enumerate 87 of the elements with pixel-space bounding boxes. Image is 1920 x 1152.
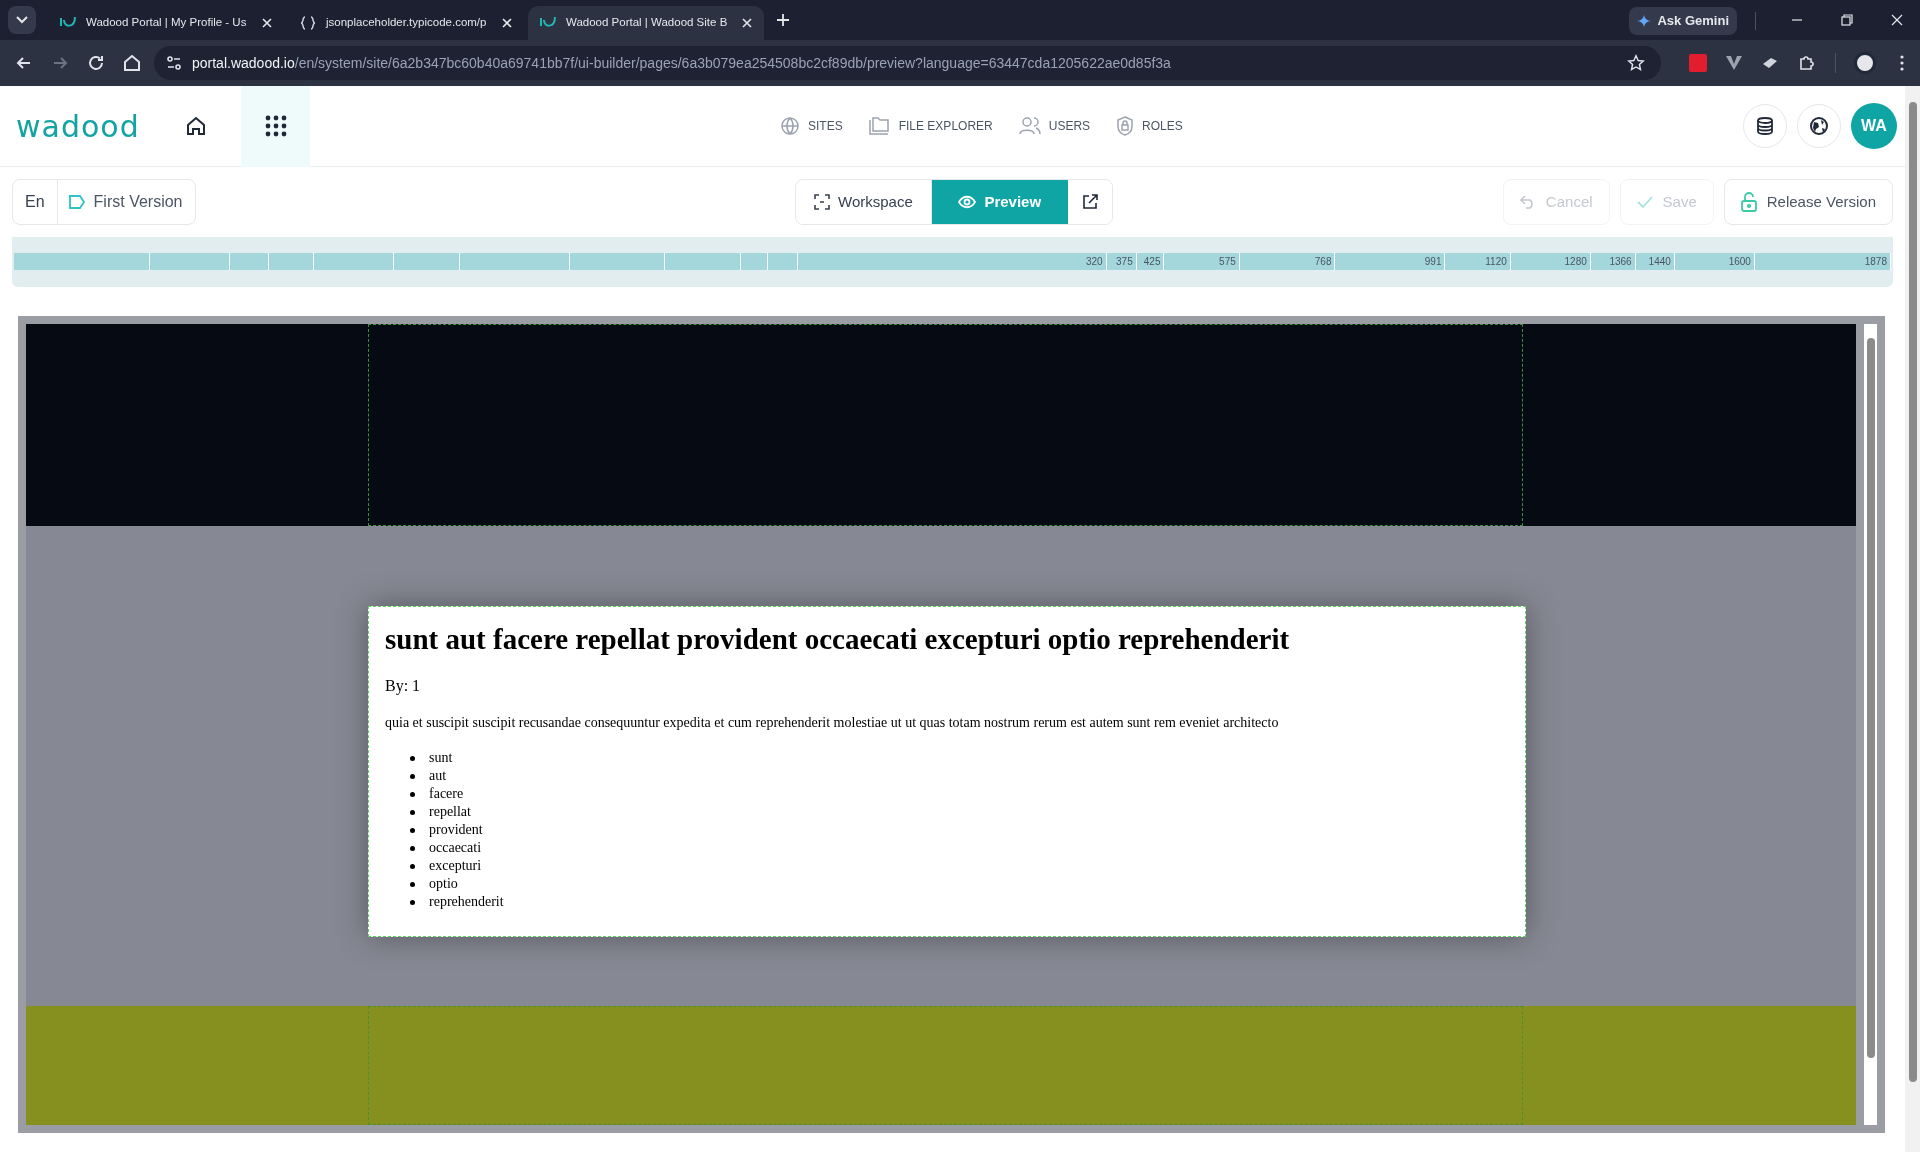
expand-icon (814, 194, 830, 210)
ask-gemini-button[interactable]: Ask Gemini (1629, 7, 1737, 35)
breakpoint-mark: 1600 (1674, 253, 1755, 270)
tag-item: reprehenderit (429, 893, 504, 911)
globe-icon (1809, 116, 1829, 136)
tag-item: aut (429, 767, 447, 785)
bullet-icon (410, 845, 415, 851)
page-scrollbar[interactable] (1905, 86, 1920, 1152)
breakpoint-mark: 1440 (1635, 253, 1675, 270)
external-link-icon (1081, 194, 1098, 210)
bullet-icon (410, 809, 415, 815)
reload-icon[interactable] (86, 53, 106, 73)
language-label[interactable]: En (13, 180, 58, 224)
bullet-icon (410, 827, 415, 833)
globe-icon (780, 116, 800, 136)
folder-icon (868, 116, 891, 136)
home-icon[interactable] (122, 53, 142, 73)
browser-tab[interactable]: Wadood Portal | Wadood Site B (528, 6, 764, 40)
browser-tab[interactable]: Wadood Portal | My Profile - Us (48, 6, 284, 40)
home-icon[interactable] (185, 115, 207, 137)
tag-item: optio (429, 875, 458, 893)
check-icon (1636, 195, 1653, 209)
breakpoint-mark: 320 (798, 253, 1107, 270)
tag-item: repellat (429, 803, 471, 821)
breakpoint-mark: 991 (1335, 253, 1446, 270)
profile-avatar[interactable] (1854, 52, 1876, 74)
address-bar[interactable]: portal.wadood.io/en/system/site/6a2b347bc60b40a69741bb7f/ui-builder/pages/6a3b079ea254508bc2cf89db/preview?language=63447cda1205622ae0d85f3a (154, 46, 1661, 80)
apps-grid-icon[interactable] (264, 115, 287, 137)
nav-link[interactable]: USERS (1018, 116, 1091, 136)
tab-favicon-icon (60, 16, 76, 30)
eye-icon (958, 195, 977, 209)
tab-title: Wadood Portal | My Profile - Us (86, 15, 248, 31)
canvas-scrollbar[interactable] (1864, 324, 1877, 1125)
tab-favicon-icon (300, 16, 316, 30)
bullet-icon (410, 899, 415, 905)
breakpoint-mark: 425 (1136, 253, 1165, 270)
tab-title: Wadood Portal | Wadood Site B (566, 15, 729, 31)
close-icon[interactable] (262, 18, 272, 28)
star-icon[interactable] (1627, 54, 1645, 72)
browser-tab[interactable]: jsonplaceholder.typicode.com/p (288, 6, 524, 40)
breakpoint-mark: 1366 (1590, 253, 1636, 270)
unlock-icon (1740, 192, 1757, 212)
tag-item: sunt (429, 749, 453, 767)
restore-icon[interactable] (1841, 14, 1853, 26)
close-icon[interactable] (502, 18, 512, 28)
tab-title: jsonplaceholder.typicode.com/p (326, 15, 488, 31)
view-tab[interactable]: Workspace (796, 180, 932, 224)
bullet-icon (410, 791, 415, 797)
breakpoint-mark: 1878 (1754, 253, 1891, 270)
v-logo-icon[interactable] (1725, 54, 1743, 72)
site-settings-icon[interactable] (166, 55, 182, 71)
users-icon (1018, 116, 1041, 136)
post-title: sunt aut facere repellat provident occaecati excepturi optio reprehenderit (385, 622, 1291, 657)
tag-icon (67, 194, 86, 210)
version-selector[interactable]: En First Version (12, 179, 196, 225)
post-author: By: 1 (385, 676, 422, 697)
breakpoint-mark: 1280 (1510, 253, 1591, 270)
version-label: First Version (93, 192, 183, 212)
breakpoint-mark: 375 (1106, 253, 1137, 270)
tab-favicon-icon (540, 16, 556, 30)
bullet-icon (410, 755, 415, 761)
nav-link[interactable]: SITES (780, 116, 843, 136)
undo-icon (1519, 195, 1536, 209)
apps-button[interactable] (241, 85, 310, 167)
post-body: quia et suscipit suscipit recusandae consequuntur expedita et cum reprehenderit molestiae ut ut quas totam nostrum rerum est autem sunt rem eveniet architecto (385, 714, 1280, 732)
breakpoint-mark: 575 (1164, 253, 1240, 270)
nav-link[interactable]: FILE EXPLORER (868, 116, 993, 136)
shield-icon (1116, 116, 1135, 136)
tag-item: occaecati (429, 839, 482, 857)
tag-item: facere (429, 785, 464, 803)
tab-search-button[interactable] (8, 6, 36, 34)
nav-link[interactable]: ROLES (1116, 116, 1183, 136)
bullet-icon (410, 773, 415, 779)
chevron-down-icon (16, 16, 28, 24)
database-icon (1755, 116, 1775, 136)
url-text: portal.wadood.io/en/system/site/6a2b347bc60b40a69741bb7f/ui-builder/pages/6a3b079ea254508bc2cf89db/preview?language=63447cda1205622ae0d85f3a (192, 53, 1172, 73)
tag-item: excepturi (429, 857, 482, 875)
puzzle-icon[interactable] (1797, 53, 1817, 73)
tag-item: provident (429, 821, 483, 839)
close-icon[interactable] (742, 18, 752, 28)
new-tab-icon[interactable] (776, 13, 790, 27)
bullet-icon (410, 863, 415, 869)
breakpoint-mark: 1120 (1445, 253, 1511, 270)
bullet-icon (410, 881, 415, 887)
breakpoint-mark: 768 (1239, 253, 1336, 270)
action-button[interactable]: Release Version (1723, 179, 1893, 225)
close-icon[interactable] (1891, 14, 1903, 26)
